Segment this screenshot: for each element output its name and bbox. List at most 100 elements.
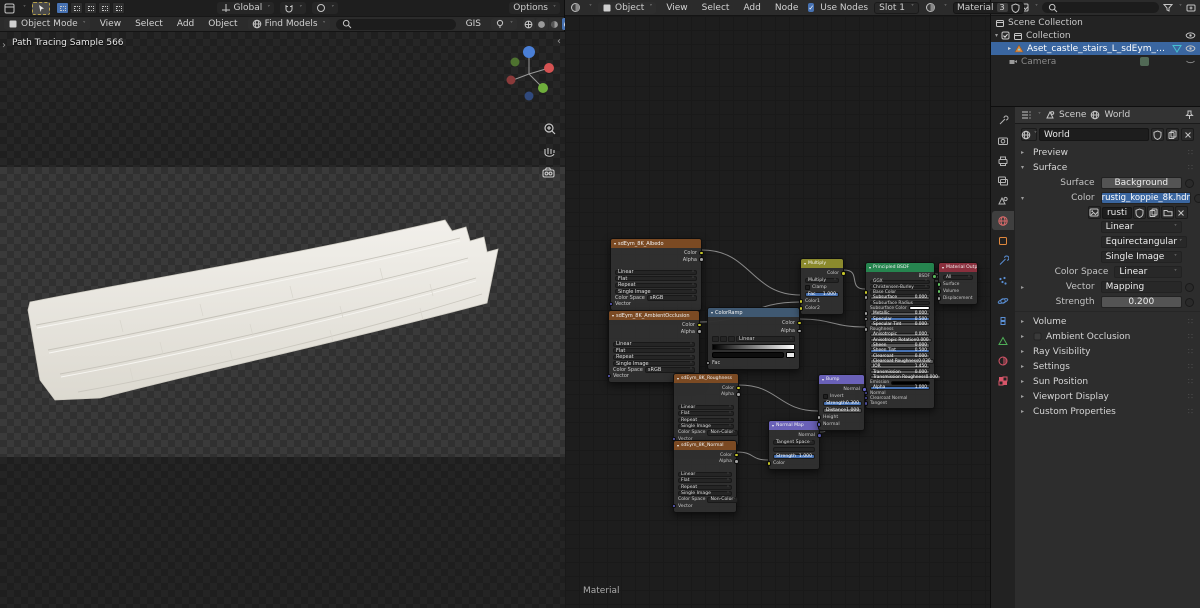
menu-object[interactable]: Object bbox=[204, 18, 241, 30]
properties-tab-constraints[interactable] bbox=[992, 311, 1014, 330]
node-row-multiply[interactable]: Multiply˅ bbox=[805, 277, 839, 284]
node-canvas[interactable]: ▾sdEym_8K_AlbedoColorAlphaLinear˅Flat˅Re… bbox=[565, 16, 990, 608]
menu-select[interactable]: Select bbox=[131, 18, 167, 30]
filter-funnel-icon[interactable] bbox=[1163, 3, 1173, 12]
slot-dropdown[interactable]: Slot 1˅ bbox=[874, 2, 919, 14]
node-normal-map[interactable]: ▾Normal MapNormalTangent Space˅Strength1… bbox=[768, 420, 820, 470]
properties-editor[interactable]: ˅ Scene World ˅ World ▸Preview∷ ▾Surface… bbox=[990, 107, 1200, 608]
world-browse-button[interactable]: ˅ bbox=[1021, 128, 1037, 141]
section-ambient-occlusion[interactable]: ▸Ambient Occlusion∷ bbox=[1015, 329, 1200, 344]
shader-type-dropdown[interactable]: Object˅ bbox=[598, 2, 656, 14]
node-header[interactable]: ▾ColorRamp bbox=[708, 308, 799, 317]
node-principled[interactable]: ▾Principled BSDFBSDFGGX˅Christensen-Burl… bbox=[865, 262, 935, 409]
node-row-distance[interactable]: Distance1.000 bbox=[823, 407, 860, 414]
properties-tab-scene[interactable] bbox=[992, 191, 1014, 210]
properties-tab-viewlayer[interactable] bbox=[992, 171, 1014, 190]
outliner-row-camera[interactable]: Camera bbox=[991, 55, 1200, 68]
node-row-strength[interactable]: Strength0.300 bbox=[823, 400, 860, 407]
pin-icon[interactable] bbox=[1185, 110, 1194, 120]
strength-decorator[interactable] bbox=[1185, 298, 1194, 307]
node-bump[interactable]: ▾BumpNormalInvertStrength0.300Distance1.… bbox=[818, 374, 865, 431]
node-row-fac[interactable]: Fac1.000 bbox=[805, 291, 839, 298]
node-row-tangent-space[interactable]: Tangent Space˅ bbox=[773, 439, 815, 446]
outliner-row-collection[interactable]: ▾ Collection bbox=[991, 29, 1200, 42]
select-mode-buttons[interactable] bbox=[56, 2, 125, 14]
node-row-all[interactable]: All˅ bbox=[943, 274, 973, 281]
section-volume[interactable]: ▸Volume∷ bbox=[1015, 314, 1200, 329]
section-custom-properties[interactable]: ▸Custom Properties∷ bbox=[1015, 404, 1200, 419]
node-tex-albedo[interactable]: ▾sdEym_8K_AlbedoColorAlphaLinear˅Flat˅Re… bbox=[610, 238, 702, 311]
node-menu-view[interactable]: View bbox=[662, 2, 691, 14]
node-row-linear[interactable]: Linear˅ bbox=[712, 335, 795, 343]
node-row-clamp[interactable]: Clamp bbox=[805, 284, 839, 291]
viewport-3d[interactable]: ˅ Global˅ ˅ ˅ Options˅ Object Mode˅ View… bbox=[0, 0, 565, 608]
camera-visibility-icon[interactable] bbox=[1185, 57, 1196, 66]
toolbar-collapse-arrow[interactable]: › bbox=[2, 40, 6, 51]
node-material-output[interactable]: ▾Material OutputAll˅SurfaceVolumeDisplac… bbox=[938, 262, 978, 305]
material-users-count[interactable]: 3 bbox=[997, 3, 1008, 12]
node-row-strength[interactable]: Strength1.000 bbox=[773, 453, 815, 460]
section-sun-position[interactable]: ▸Sun Position∷ bbox=[1015, 374, 1200, 389]
node-header[interactable]: ▾sdEym_8K_Roughness bbox=[674, 374, 738, 383]
node-header[interactable]: ▾Bump bbox=[819, 375, 864, 384]
section-viewport-display[interactable]: ▸Viewport Display∷ bbox=[1015, 389, 1200, 404]
viewport-gizmos[interactable] bbox=[505, 40, 563, 182]
projection-dropdown[interactable]: Equirectangular˅ bbox=[1101, 236, 1187, 248]
material-browse-icon[interactable] bbox=[925, 2, 936, 13]
properties-tab-data[interactable] bbox=[992, 331, 1014, 350]
properties-tab-object[interactable] bbox=[992, 231, 1014, 250]
section-preview[interactable]: ▸Preview∷ bbox=[1015, 145, 1200, 160]
properties-tab-output[interactable] bbox=[992, 151, 1014, 170]
outliner-row-object[interactable]: ▸ Aset_castle_stairs_L_sdEym_LOD0 bbox=[991, 42, 1200, 55]
object-visibility-icon[interactable] bbox=[1185, 44, 1196, 53]
use-nodes-checkbox[interactable]: ✓ bbox=[808, 3, 814, 12]
world-unlink-button[interactable] bbox=[1181, 128, 1194, 141]
menu-gis[interactable]: GIS bbox=[462, 18, 485, 30]
node-header[interactable]: ▾sdEym_8K_AmbientOcclusion bbox=[609, 311, 699, 320]
fake-user-icon[interactable] bbox=[1011, 3, 1020, 13]
properties-tab-physics[interactable] bbox=[992, 291, 1014, 310]
section-ray-visibility[interactable]: ▸Ray Visibility∷ bbox=[1015, 344, 1200, 359]
node-header[interactable]: ▾Material Output bbox=[939, 263, 977, 272]
collection-checkbox[interactable] bbox=[1001, 31, 1010, 40]
shader-editor-type-icon[interactable] bbox=[570, 2, 581, 13]
environment-texture-button[interactable]: rustig_koppie_8k.hdr bbox=[1101, 192, 1191, 204]
node-row-invert[interactable]: Invert bbox=[823, 393, 860, 400]
properties-tab-texture[interactable] bbox=[992, 371, 1014, 390]
color-decorator[interactable] bbox=[1194, 194, 1200, 203]
outliner[interactable]: ˅ ˅ ˅ Scene Collection ▾ Collection ▸ As… bbox=[990, 0, 1200, 107]
properties-editor-icon[interactable] bbox=[1021, 110, 1032, 120]
mode-dropdown[interactable]: Object Mode˅ bbox=[4, 18, 90, 30]
material-name-field[interactable]: Material 3 bbox=[953, 2, 1024, 14]
image-unlink-button[interactable] bbox=[1175, 206, 1188, 219]
node-header[interactable]: ▾Multiply bbox=[801, 259, 843, 268]
outliner-search-input[interactable] bbox=[1042, 2, 1159, 13]
image-copy-button[interactable] bbox=[1147, 206, 1160, 219]
vector-mapping-button[interactable]: Mapping bbox=[1101, 281, 1182, 293]
find-models-dropdown[interactable]: Find Models˅ bbox=[248, 18, 330, 30]
editor-type-icon[interactable] bbox=[4, 3, 15, 14]
menu-view[interactable]: View bbox=[96, 18, 125, 30]
node-row-gradient[interactable] bbox=[712, 343, 795, 351]
section-surface[interactable]: ▾Surface∷ bbox=[1015, 160, 1200, 175]
node-menu-add[interactable]: Add bbox=[739, 2, 764, 14]
node-menu-select[interactable]: Select bbox=[698, 2, 734, 14]
proportional-edit-button[interactable]: ˅ bbox=[312, 2, 338, 14]
properties-tab-world[interactable] bbox=[992, 211, 1014, 230]
image-browse-button[interactable] bbox=[1088, 206, 1101, 219]
viewport-canvas[interactable]: Path Tracing Sample 566 › ‹ bbox=[0, 32, 565, 608]
world-name-field[interactable]: World bbox=[1039, 128, 1149, 141]
node-mix-multiply[interactable]: ▾MultiplyColorMultiply˅ClampFac1.000Colo… bbox=[800, 258, 844, 315]
new-collection-icon[interactable] bbox=[1186, 3, 1196, 12]
shader-editor[interactable]: ˅ Object˅ View Select Add Node ✓ Use Nod… bbox=[565, 0, 990, 608]
image-open-button[interactable] bbox=[1161, 206, 1174, 219]
outliner-row-scene-collection[interactable]: Scene Collection bbox=[991, 16, 1200, 29]
node-header[interactable]: ▾sdEym_8K_Normal bbox=[674, 441, 736, 450]
shading-dropdown[interactable]: ˅ bbox=[491, 18, 517, 30]
stairs-model[interactable] bbox=[0, 32, 565, 608]
world-fake-user-button[interactable] bbox=[1151, 128, 1164, 141]
section-settings[interactable]: ▸Settings∷ bbox=[1015, 359, 1200, 374]
properties-tab-particles[interactable] bbox=[992, 271, 1014, 290]
node-header[interactable]: ▾sdEym_8K_Albedo bbox=[611, 239, 701, 248]
collection-visibility-icon[interactable] bbox=[1185, 31, 1196, 40]
